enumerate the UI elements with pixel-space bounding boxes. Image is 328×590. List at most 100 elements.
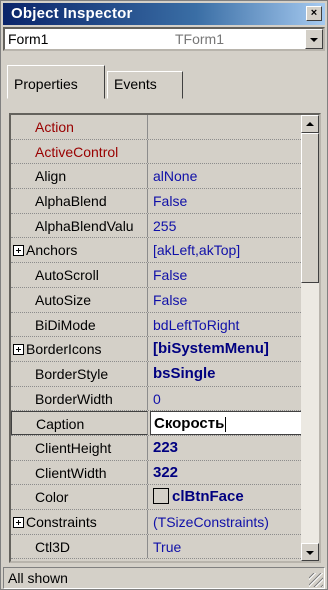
property-name[interactable]: Anchors bbox=[11, 238, 148, 263]
property-name[interactable]: ClientWidth bbox=[11, 460, 148, 485]
property-name-text: AlphaBlend bbox=[35, 193, 107, 210]
vertical-scrollbar[interactable] bbox=[301, 115, 319, 561]
property-value[interactable]: False bbox=[150, 263, 303, 287]
object-inspector-window: Object Inspector × Form1 TForm1 Properti… bbox=[0, 0, 328, 590]
property-name-text: AutoSize bbox=[35, 291, 92, 308]
property-value-editor[interactable]: Скорость bbox=[150, 411, 303, 435]
property-name[interactable]: AlphaBlendValu bbox=[11, 213, 148, 238]
property-value[interactable]: 0 bbox=[150, 387, 303, 411]
property-value-text: False bbox=[153, 291, 188, 308]
property-grid: Action ActiveControl Align alNone AlphaBlend… bbox=[9, 113, 321, 563]
property-row[interactable]: BorderWidth 0 bbox=[11, 386, 303, 412]
property-name[interactable]: Color bbox=[11, 485, 148, 509]
property-value-text: 255 bbox=[153, 217, 177, 234]
resize-grip-icon[interactable] bbox=[309, 573, 323, 587]
property-name-text: BorderIcons bbox=[26, 341, 102, 358]
property-name-text: Anchors bbox=[26, 242, 78, 259]
property-row[interactable]: AutoSize False bbox=[11, 287, 303, 313]
component-selector[interactable]: Form1 TForm1 bbox=[3, 27, 325, 51]
expand-plus-icon[interactable] bbox=[13, 343, 24, 355]
chevron-down-icon bbox=[310, 38, 318, 42]
close-button[interactable]: × bbox=[306, 6, 322, 21]
status-bar: All shown bbox=[3, 567, 325, 589]
scroll-up-button[interactable] bbox=[301, 115, 319, 133]
property-name-text: BiDiMode bbox=[35, 316, 96, 333]
expand-plus-icon[interactable] bbox=[13, 245, 24, 257]
property-row[interactable]: BiDiMode bdLeftToRight bbox=[11, 312, 303, 338]
property-value[interactable]: (TSizeConstraints) bbox=[150, 510, 303, 534]
property-name-text: ClientHeight bbox=[35, 439, 112, 456]
property-name[interactable]: BiDiMode bbox=[11, 312, 148, 337]
property-value[interactable]: True bbox=[150, 535, 303, 559]
property-value-text: bdLeftToRight bbox=[153, 316, 240, 333]
property-row[interactable]: Caption Скорость bbox=[11, 411, 303, 436]
property-name[interactable]: BorderStyle bbox=[11, 361, 148, 386]
property-value[interactable]: bsSingle bbox=[150, 362, 303, 386]
property-value[interactable]: alNone bbox=[150, 164, 303, 188]
property-row[interactable]: Anchors [akLeft,akTop] bbox=[11, 238, 303, 264]
property-value[interactable]: 255 bbox=[150, 214, 303, 238]
property-value-text: (TSizeConstraints) bbox=[153, 514, 269, 530]
property-name[interactable]: ClientHeight bbox=[11, 435, 148, 460]
property-name[interactable]: AlphaBlend bbox=[11, 189, 148, 213]
property-value[interactable] bbox=[150, 140, 303, 164]
property-value[interactable]: [akLeft,akTop] bbox=[150, 238, 303, 262]
property-value[interactable]: clBtnFace bbox=[150, 485, 303, 509]
property-value-text: 322 bbox=[153, 463, 179, 481]
property-name-text: Ctl3D bbox=[35, 538, 71, 555]
property-name[interactable]: BorderWidth bbox=[11, 386, 148, 411]
scroll-down-button[interactable] bbox=[301, 543, 319, 561]
property-name-text: ClientWidth bbox=[35, 464, 107, 481]
property-name[interactable]: BorderIcons bbox=[11, 337, 148, 361]
property-value-text: clBtnFace bbox=[172, 488, 244, 506]
property-name[interactable]: Align bbox=[11, 164, 148, 189]
property-row[interactable]: Constraints (TSizeConstraints) bbox=[11, 510, 303, 535]
property-row[interactable]: AlphaBlendValu 255 bbox=[11, 213, 303, 239]
property-rows: Action ActiveControl Align alNone AlphaBlend… bbox=[11, 115, 303, 560]
property-name-text: Align bbox=[35, 168, 67, 185]
component-type: TForm1 bbox=[175, 31, 224, 47]
property-value[interactable] bbox=[150, 115, 303, 139]
title-bar[interactable]: Object Inspector × bbox=[3, 3, 325, 25]
tab-properties[interactable]: Properties bbox=[7, 65, 105, 99]
property-row[interactable]: Align alNone bbox=[11, 164, 303, 190]
property-row[interactable]: AlphaBlend False bbox=[11, 189, 303, 214]
property-value[interactable]: [biSystemMenu] bbox=[150, 337, 303, 361]
property-name-text: Caption bbox=[36, 416, 85, 433]
property-row[interactable]: BorderStyle bsSingle bbox=[11, 361, 303, 387]
text-caret bbox=[225, 416, 227, 432]
expand-plus-icon[interactable] bbox=[13, 516, 24, 528]
property-row[interactable]: Color clBtnFace bbox=[11, 485, 303, 510]
property-value[interactable]: 223 bbox=[150, 436, 303, 460]
property-value-text: True bbox=[153, 538, 182, 555]
property-name[interactable]: AutoSize bbox=[11, 287, 148, 312]
property-row[interactable]: BorderIcons [biSystemMenu] bbox=[11, 337, 303, 362]
property-row[interactable]: AutoScroll False bbox=[11, 263, 303, 288]
property-value[interactable]: False bbox=[150, 189, 303, 213]
property-name[interactable]: Ctl3D bbox=[11, 534, 148, 559]
property-value[interactable]: False bbox=[150, 288, 303, 312]
property-name-text: BorderStyle bbox=[35, 365, 109, 382]
property-name-text: AlphaBlendValu bbox=[35, 217, 134, 234]
property-value-text: 223 bbox=[153, 438, 179, 456]
property-name-text: AutoScroll bbox=[35, 267, 99, 284]
property-row[interactable]: ClientWidth 322 bbox=[11, 460, 303, 486]
property-name[interactable]: Action bbox=[11, 115, 148, 139]
property-row[interactable]: Ctl3D True bbox=[11, 534, 303, 560]
tab-events[interactable]: Events bbox=[107, 71, 183, 99]
property-row[interactable]: Action bbox=[11, 115, 303, 140]
property-name-text: Constraints bbox=[26, 514, 97, 530]
property-value[interactable]: 322 bbox=[150, 461, 303, 485]
property-name[interactable]: Caption bbox=[11, 411, 148, 435]
arrow-down-icon bbox=[306, 551, 314, 555]
property-value[interactable]: bdLeftToRight bbox=[150, 313, 303, 337]
property-name[interactable]: Constraints bbox=[11, 510, 148, 534]
scroll-thumb[interactable] bbox=[301, 133, 319, 283]
property-row[interactable]: ClientHeight 223 bbox=[11, 435, 303, 461]
dropdown-button[interactable] bbox=[305, 29, 323, 49]
property-name[interactable]: AutoScroll bbox=[11, 263, 148, 287]
property-value-text: [akLeft,akTop] bbox=[153, 242, 241, 259]
property-value-text: alNone bbox=[153, 168, 198, 185]
property-name[interactable]: ActiveControl bbox=[11, 139, 148, 164]
property-row[interactable]: ActiveControl bbox=[11, 139, 303, 165]
